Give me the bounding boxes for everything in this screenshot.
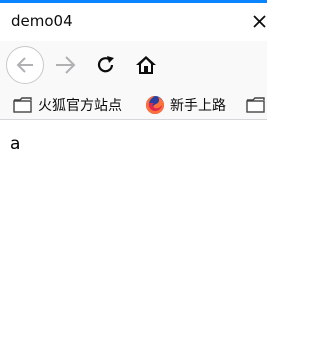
forward-button[interactable]: [53, 53, 77, 77]
bookmark-getting-started[interactable]: 新手上路: [145, 94, 226, 116]
folder-icon: [13, 97, 32, 113]
home-icon: [136, 56, 156, 74]
navigation-toolbar: [0, 41, 267, 89]
bookmark-folder-firefox-official[interactable]: 火狐官方站点: [13, 94, 122, 116]
arrow-right-icon: [56, 56, 76, 74]
close-icon: [253, 15, 266, 28]
bookmark-label: 火狐官方站点: [38, 98, 122, 114]
arrow-left-icon: [16, 57, 33, 73]
browser-window: demo04 火狐官方站点 新手上路 a: [0, 0, 267, 362]
folder-icon: [246, 97, 265, 113]
back-button[interactable]: [6, 46, 44, 84]
close-tab-button[interactable]: [249, 11, 267, 31]
home-button[interactable]: [134, 53, 158, 77]
page-text: a: [10, 134, 21, 154]
page-content: a: [0, 121, 267, 362]
reload-button[interactable]: [94, 53, 118, 77]
reload-icon: [97, 56, 114, 73]
firefox-icon: [146, 96, 164, 114]
bookmark-folder-other[interactable]: [246, 94, 267, 116]
bookmark-label: 新手上路: [170, 98, 226, 114]
tab-title[interactable]: demo04: [11, 12, 73, 30]
bookmarks-toolbar: 火狐官方站点 新手上路: [0, 89, 267, 120]
tab-bar: demo04: [0, 3, 267, 41]
